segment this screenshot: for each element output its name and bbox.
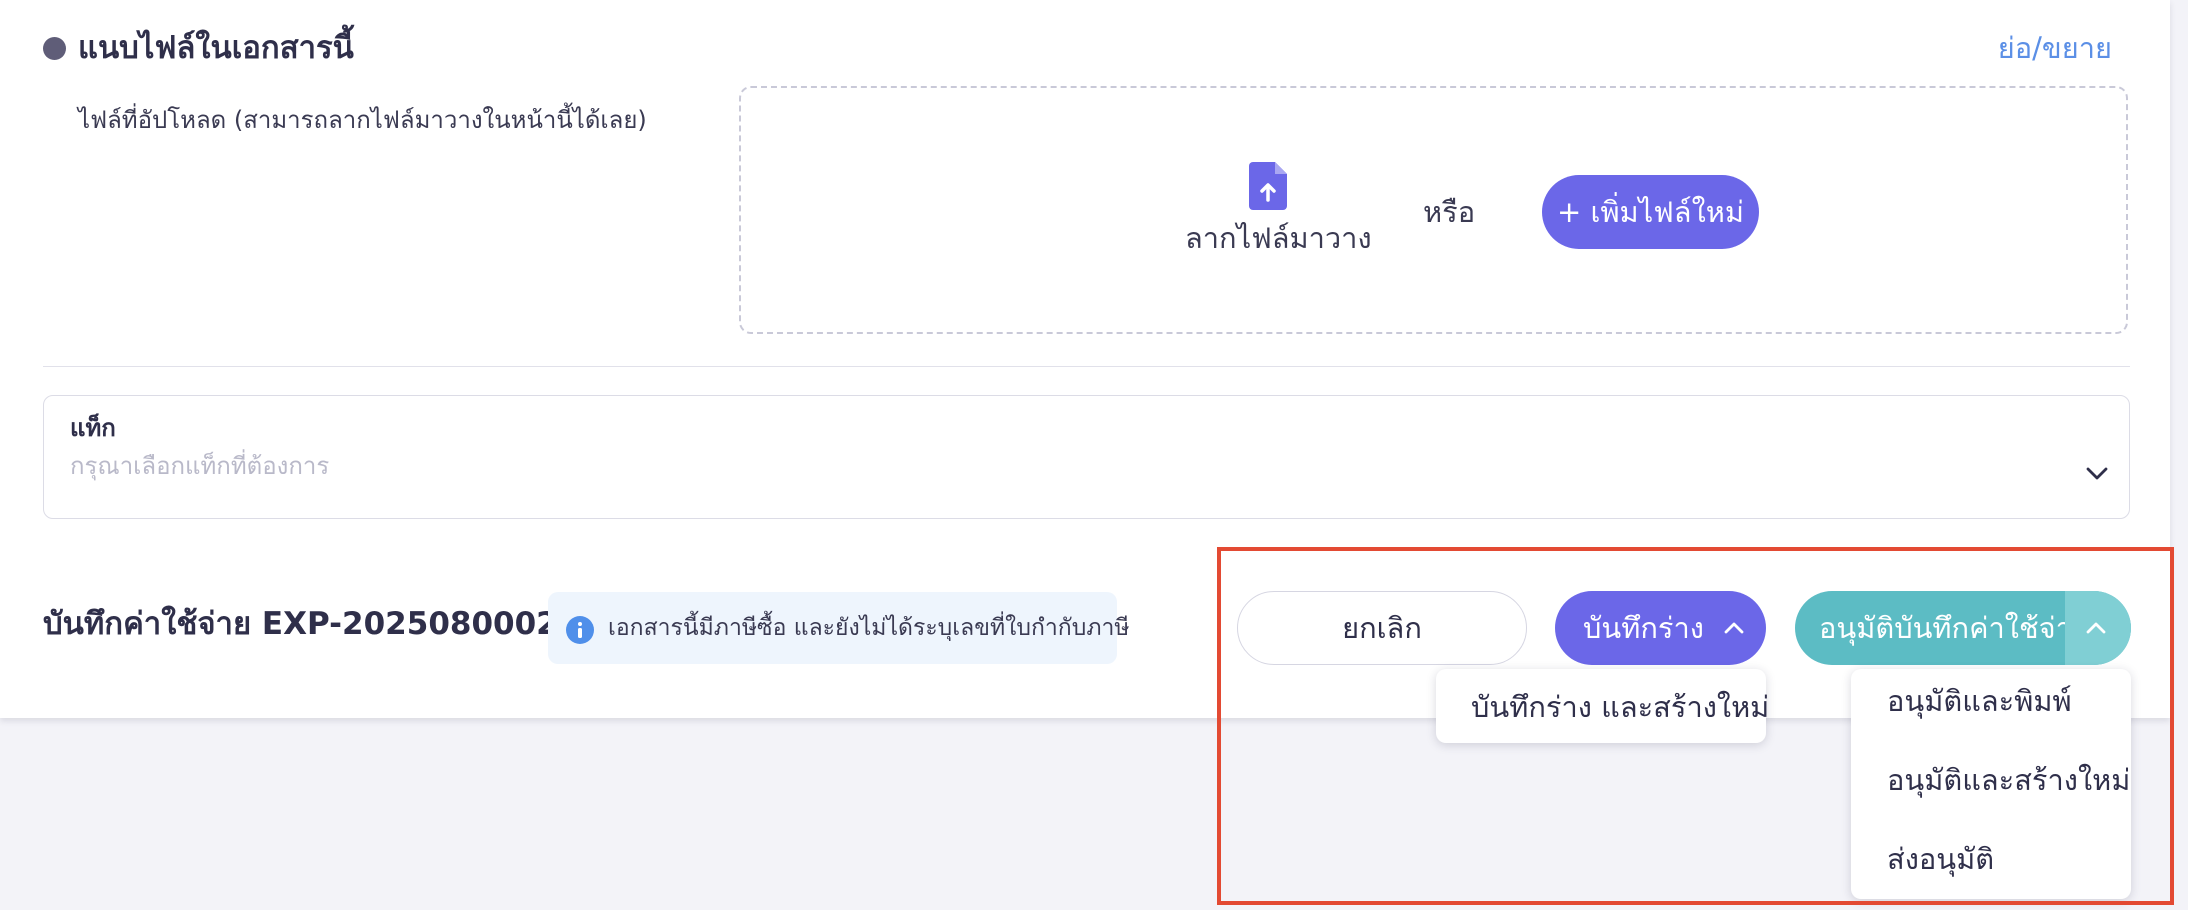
save-draft-button[interactable]: บันทึกร่าง [1555,591,1766,665]
tax-info-notice: เอกสารนี้มีภาษีซื้อ และยังไม่ได้ระบุเลขท… [548,592,1130,664]
section-bullet [43,37,66,60]
drop-files-text: ลากไฟล์มาวาง [1185,221,1372,255]
chevron-up-icon [2086,622,2106,634]
menu-item-submit-for-approval[interactable]: ส่งอนุมัติ [1887,837,1994,881]
or-text: หรือ [1423,195,1476,229]
document-title: บันทึกค่าใช้จ่าย EXP-20250800023 [43,606,580,642]
attachments-section-title: แนบไฟล์ในเอกสารนี้ [78,30,354,66]
menu-item-save-draft-and-new[interactable]: บันทึกร่าง และสร้างใหม่ [1471,685,1769,729]
chevron-down-icon [2086,467,2108,480]
tag-select[interactable]: แท็ก กรุณาเลือกแท็กที่ต้องการ [43,395,2130,519]
tag-select-placeholder: กรุณาเลือกแท็กที่ต้องการ [70,452,330,480]
menu-item-approve-and-new[interactable]: อนุมัติและสร้างใหม่ [1887,758,2130,802]
menu-item-approve-and-print[interactable]: อนุมัติและพิมพ์ [1887,679,2072,723]
file-dropzone[interactable]: ลากไฟล์มาวาง หรือ + เพิ่มไฟล์ใหม่ [739,86,2128,334]
collapse-expand-link[interactable]: ย่อ/ขยาย [1998,26,2112,70]
approve-split-button: อนุมัติบันทึกค่าใช้จ่าย [1795,591,2131,665]
file-upload-icon [1249,162,1287,210]
tag-field-label: แท็ก [70,414,116,442]
section-divider [43,366,2130,367]
info-icon [566,616,594,644]
chevron-up-icon [1724,622,1744,634]
uploaded-files-label: ไฟล์ที่อัปโหลด (สามารถลากไฟล์มาวางในหน้า… [78,106,647,134]
cancel-button[interactable]: ยกเลิก [1237,591,1527,665]
save-draft-label: บันทึกร่าง [1583,611,1704,645]
approve-expense-button[interactable]: อนุมัติบันทึกค่าใช้จ่าย [1819,591,2089,665]
add-new-file-button[interactable]: + เพิ่มไฟล์ใหม่ [1542,175,1759,249]
approve-options-menu: อนุมัติและพิมพ์ อนุมัติและสร้างใหม่ ส่งอ… [1851,669,2131,899]
save-draft-menu: บันทึกร่าง และสร้างใหม่ [1436,669,1769,743]
approve-options-toggle[interactable] [2065,591,2131,665]
tax-info-text: เอกสารนี้มีภาษีซื้อ และยังไม่ได้ระบุเลขท… [608,615,1130,641]
